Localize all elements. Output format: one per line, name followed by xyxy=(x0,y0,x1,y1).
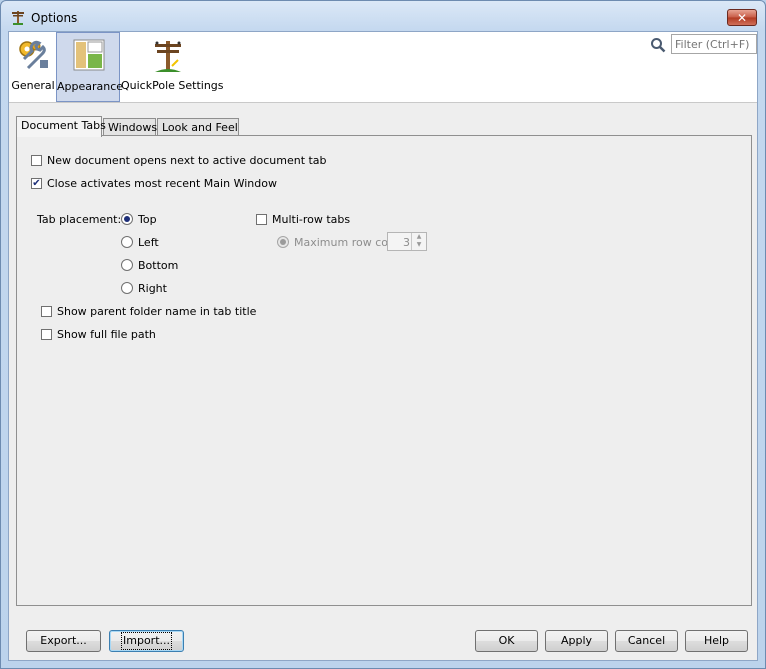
window-title: Options xyxy=(31,11,78,25)
new-doc-next-label: New document opens next to active docume… xyxy=(47,154,327,167)
ok-button[interactable]: OK xyxy=(475,630,538,652)
options-client-area: General Appearance QuickPole Settings Fi… xyxy=(8,31,758,661)
export-label: Export... xyxy=(40,634,87,647)
new-doc-next-checkbox[interactable] xyxy=(31,154,42,166)
category-appearance-label: Appearance xyxy=(57,80,124,93)
export-button[interactable]: Export... xyxy=(26,630,101,652)
tab-windows[interactable]: Windows xyxy=(103,118,158,135)
close-activates-option[interactable]: ✔ Close activates most recent Main Window xyxy=(31,177,277,190)
placement-top-radio[interactable] xyxy=(121,213,133,225)
placement-right-radio[interactable] xyxy=(121,282,133,294)
close-activates-label: Close activates most recent Main Window xyxy=(47,177,277,190)
filter-input[interactable] xyxy=(671,34,757,54)
close-icon: ✕ xyxy=(736,11,748,25)
max-row-count-value: 3 xyxy=(403,236,410,249)
apply-label: Apply xyxy=(560,634,593,647)
tab-look-and-feel[interactable]: Look and Feel xyxy=(157,118,239,135)
max-row-count-radio xyxy=(277,236,289,248)
tab-document-tabs-label: Document Tabs xyxy=(21,119,106,132)
show-parent-option[interactable]: Show parent folder name in tab title xyxy=(41,305,256,318)
document-tabs-panel: New document opens next to active docume… xyxy=(16,135,752,606)
placement-bottom-label: Bottom xyxy=(138,259,179,272)
tab-look-and-feel-label: Look and Feel xyxy=(162,121,238,134)
tab-document-tabs[interactable]: Document Tabs xyxy=(16,116,106,137)
show-parent-label: Show parent folder name in tab title xyxy=(57,305,257,318)
placement-left-option[interactable]: Left xyxy=(121,236,159,249)
layout-panels-icon xyxy=(73,39,105,71)
max-row-count-spinner: 3 ▲ ▼ xyxy=(387,232,427,251)
search-icon xyxy=(651,38,666,53)
placement-left-radio[interactable] xyxy=(121,236,133,248)
category-general-label: General xyxy=(11,79,55,92)
utility-pole-icon xyxy=(12,11,24,25)
placement-top-option[interactable]: Top xyxy=(121,213,157,226)
show-full-path-option[interactable]: Show full file path xyxy=(41,328,156,341)
multi-row-label: Multi-row tabs xyxy=(272,213,351,226)
import-button[interactable]: Import... xyxy=(109,630,184,652)
apply-button[interactable]: Apply xyxy=(545,630,608,652)
spinner-down-icon: ▼ xyxy=(416,241,422,248)
multi-row-checkbox[interactable] xyxy=(256,213,267,225)
placement-left-label: Left xyxy=(138,236,159,249)
show-full-path-label: Show full file path xyxy=(57,328,156,341)
gears-wrench-icon xyxy=(19,40,48,70)
ok-label: OK xyxy=(498,634,515,647)
close-activates-checkbox[interactable]: ✔ xyxy=(31,177,42,189)
placement-bottom-radio[interactable] xyxy=(121,259,133,271)
utility-pole-icon xyxy=(155,41,181,72)
cancel-label: Cancel xyxy=(627,634,666,647)
help-button[interactable]: Help xyxy=(685,630,748,652)
tab-placement-label: Tab placement: xyxy=(37,213,122,226)
multi-row-option[interactable]: Multi-row tabs xyxy=(256,213,350,226)
cancel-button[interactable]: Cancel xyxy=(615,630,678,652)
show-full-path-checkbox[interactable] xyxy=(41,328,52,340)
show-parent-checkbox[interactable] xyxy=(41,305,52,317)
help-label: Help xyxy=(703,634,730,647)
category-quickpole-label: QuickPole Settings xyxy=(121,79,224,92)
placement-right-label: Right xyxy=(138,282,167,295)
close-button[interactable]: ✕ xyxy=(727,9,757,26)
placement-bottom-option[interactable]: Bottom xyxy=(121,259,178,272)
new-doc-next-option[interactable]: New document opens next to active docume… xyxy=(31,154,327,167)
options-window: Options ✕ General Appearance QuickPole S… xyxy=(0,0,766,669)
import-label: Import... xyxy=(121,632,172,650)
placement-top-label: Top xyxy=(138,213,157,226)
title-bar[interactable]: Options ✕ xyxy=(1,1,765,31)
spinner-arrows: ▲ ▼ xyxy=(411,233,426,250)
tab-windows-label: Windows xyxy=(108,121,158,134)
category-general[interactable]: General xyxy=(11,32,55,102)
placement-right-option[interactable]: Right xyxy=(121,282,167,295)
category-quickpole-settings[interactable]: QuickPole Settings xyxy=(121,32,224,102)
category-appearance[interactable]: Appearance xyxy=(56,32,124,102)
category-toolbar: General Appearance QuickPole Settings Fi… xyxy=(9,32,757,103)
spinner-up-icon: ▲ xyxy=(416,233,422,240)
